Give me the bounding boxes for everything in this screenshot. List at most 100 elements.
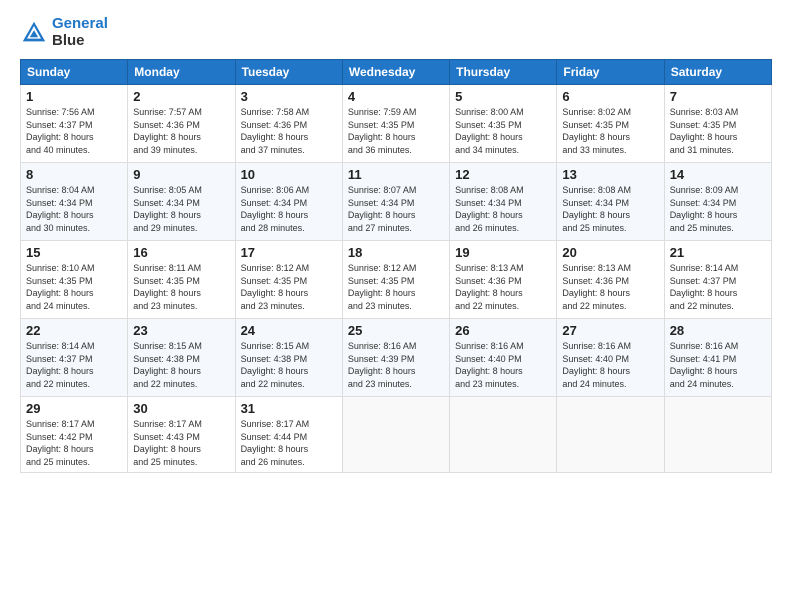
- day-info: Sunrise: 7:59 AMSunset: 4:35 PMDaylight:…: [348, 106, 444, 156]
- day-cell: 5Sunrise: 8:00 AMSunset: 4:35 PMDaylight…: [450, 85, 557, 163]
- weekday-header-wednesday: Wednesday: [342, 60, 449, 85]
- day-info: Sunrise: 8:15 AMSunset: 4:38 PMDaylight:…: [241, 340, 337, 390]
- day-number: 25: [348, 323, 444, 338]
- day-cell: 17 Sunrise: 8:12 AMSunset: 4:35 PMDayligh…: [235, 241, 342, 319]
- day-number: 22: [26, 323, 122, 338]
- day-info: Sunrise: 8:16 AMSunset: 4:39 PMDaylight:…: [348, 340, 444, 390]
- day-info: Sunrise: 8:16 AMSunset: 4:40 PMDaylight:…: [562, 340, 658, 390]
- day-number: 31: [241, 401, 337, 416]
- day-cell: 30 Sunrise: 8:17 AMSunset: 4:43 PMDayligh…: [128, 397, 235, 473]
- calendar-table: SundayMondayTuesdayWednesdayThursdayFrid…: [20, 59, 772, 473]
- day-number: 30: [133, 401, 229, 416]
- day-cell: 13 Sunrise: 8:08 AMSunset: 4:34 PMDayligh…: [557, 163, 664, 241]
- day-info: Sunrise: 8:11 AMSunset: 4:35 PMDaylight:…: [133, 262, 229, 312]
- day-cell: [664, 397, 771, 473]
- page: General Blue SundayMondayTuesdayWednesda…: [0, 0, 792, 612]
- week-row-1: 1 Sunrise: 7:56 AMSunset: 4:37 PMDaylight…: [21, 85, 772, 163]
- day-info: Sunrise: 8:17 AMSunset: 4:42 PMDaylight:…: [26, 418, 122, 468]
- day-info: Sunrise: 8:09 AMSunset: 4:34 PMDaylight:…: [670, 184, 766, 234]
- day-cell: 3 Sunrise: 7:58 AMSunset: 4:36 PMDaylight…: [235, 85, 342, 163]
- week-row-2: 8 Sunrise: 8:04 AMSunset: 4:34 PMDaylight…: [21, 163, 772, 241]
- day-info: Sunrise: 8:08 AMSunset: 4:34 PMDaylight:…: [455, 184, 551, 234]
- day-number: 20: [562, 245, 658, 260]
- day-cell: [557, 397, 664, 473]
- day-cell: 24 Sunrise: 8:15 AMSunset: 4:38 PMDayligh…: [235, 319, 342, 397]
- day-cell: 11 Sunrise: 8:07 AMSunset: 4:34 PMDayligh…: [342, 163, 449, 241]
- day-number: 12: [455, 167, 551, 182]
- day-info: Sunrise: 7:58 AMSunset: 4:36 PMDaylight:…: [241, 106, 337, 156]
- day-info: Sunrise: 8:05 AMSunset: 4:34 PMDaylight:…: [133, 184, 229, 234]
- day-info: Sunrise: 8:06 AMSunset: 4:34 PMDaylight:…: [241, 184, 337, 234]
- day-cell: 28Sunrise: 8:16 AMSunset: 4:41 PMDayligh…: [664, 319, 771, 397]
- day-cell: 14Sunrise: 8:09 AMSunset: 4:34 PMDayligh…: [664, 163, 771, 241]
- day-cell: 19Sunrise: 8:13 AMSunset: 4:36 PMDayligh…: [450, 241, 557, 319]
- day-number: 26: [455, 323, 551, 338]
- day-cell: [450, 397, 557, 473]
- day-cell: 29 Sunrise: 8:17 AMSunset: 4:42 PMDayligh…: [21, 397, 128, 473]
- day-number: 27: [562, 323, 658, 338]
- day-number: 21: [670, 245, 766, 260]
- day-number: 11: [348, 167, 444, 182]
- weekday-header-monday: Monday: [128, 60, 235, 85]
- day-info: Sunrise: 8:16 AMSunset: 4:40 PMDaylight:…: [455, 340, 551, 390]
- day-cell: 31Sunrise: 8:17 AMSunset: 4:44 PMDayligh…: [235, 397, 342, 473]
- day-cell: 7 Sunrise: 8:03 AMSunset: 4:35 PMDaylight…: [664, 85, 771, 163]
- day-cell: 16Sunrise: 8:11 AMSunset: 4:35 PMDayligh…: [128, 241, 235, 319]
- day-info: Sunrise: 8:14 AMSunset: 4:37 PMDaylight:…: [26, 340, 122, 390]
- day-number: 19: [455, 245, 551, 260]
- day-info: Sunrise: 8:14 AMSunset: 4:37 PMDaylight:…: [670, 262, 766, 312]
- day-cell: 1 Sunrise: 7:56 AMSunset: 4:37 PMDaylight…: [21, 85, 128, 163]
- day-info: Sunrise: 8:16 AMSunset: 4:41 PMDaylight:…: [670, 340, 766, 390]
- header-row: SundayMondayTuesdayWednesdayThursdayFrid…: [21, 60, 772, 85]
- day-number: 15: [26, 245, 122, 260]
- weekday-header-sunday: Sunday: [21, 60, 128, 85]
- day-info: Sunrise: 8:04 AMSunset: 4:34 PMDaylight:…: [26, 184, 122, 234]
- day-number: 17: [241, 245, 337, 260]
- day-cell: 2 Sunrise: 7:57 AMSunset: 4:36 PMDaylight…: [128, 85, 235, 163]
- day-info: Sunrise: 8:13 AMSunset: 4:36 PMDaylight:…: [562, 262, 658, 312]
- day-number: 9: [133, 167, 229, 182]
- day-number: 24: [241, 323, 337, 338]
- day-info: Sunrise: 8:08 AMSunset: 4:34 PMDaylight:…: [562, 184, 658, 234]
- logo: General Blue: [20, 16, 108, 49]
- day-cell: 20 Sunrise: 8:13 AMSunset: 4:36 PMDayligh…: [557, 241, 664, 319]
- day-info: Sunrise: 8:17 AMSunset: 4:43 PMDaylight:…: [133, 418, 229, 468]
- day-cell: 22 Sunrise: 8:14 AMSunset: 4:37 PMDayligh…: [21, 319, 128, 397]
- day-cell: 9 Sunrise: 8:05 AMSunset: 4:34 PMDaylight…: [128, 163, 235, 241]
- day-cell: 26 Sunrise: 8:16 AMSunset: 4:40 PMDayligh…: [450, 319, 557, 397]
- day-number: 8: [26, 167, 122, 182]
- day-cell: 10Sunrise: 8:06 AMSunset: 4:34 PMDayligh…: [235, 163, 342, 241]
- day-number: 3: [241, 89, 337, 104]
- day-cell: 8 Sunrise: 8:04 AMSunset: 4:34 PMDaylight…: [21, 163, 128, 241]
- week-row-3: 15 Sunrise: 8:10 AMSunset: 4:35 PMDayligh…: [21, 241, 772, 319]
- day-info: Sunrise: 8:15 AMSunset: 4:38 PMDaylight:…: [133, 340, 229, 390]
- day-number: 29: [26, 401, 122, 416]
- day-cell: 15 Sunrise: 8:10 AMSunset: 4:35 PMDayligh…: [21, 241, 128, 319]
- day-cell: 23Sunrise: 8:15 AMSunset: 4:38 PMDayligh…: [128, 319, 235, 397]
- day-cell: 4 Sunrise: 7:59 AMSunset: 4:35 PMDaylight…: [342, 85, 449, 163]
- weekday-header-saturday: Saturday: [664, 60, 771, 85]
- day-info: Sunrise: 7:57 AMSunset: 4:36 PMDaylight:…: [133, 106, 229, 156]
- day-info: Sunrise: 8:03 AMSunset: 4:35 PMDaylight:…: [670, 106, 766, 156]
- weekday-header-friday: Friday: [557, 60, 664, 85]
- day-info: Sunrise: 8:12 AMSunset: 4:35 PMDaylight:…: [348, 262, 444, 312]
- day-info: Sunrise: 8:00 AMSunset: 4:35 PMDaylight:…: [455, 106, 551, 156]
- day-info: Sunrise: 8:10 AMSunset: 4:35 PMDaylight:…: [26, 262, 122, 312]
- day-number: 6: [562, 89, 658, 104]
- header: General Blue: [20, 16, 772, 49]
- week-row-4: 22 Sunrise: 8:14 AMSunset: 4:37 PMDayligh…: [21, 319, 772, 397]
- day-number: 1: [26, 89, 122, 104]
- day-cell: 12 Sunrise: 8:08 AMSunset: 4:34 PMDayligh…: [450, 163, 557, 241]
- day-info: Sunrise: 8:02 AMSunset: 4:35 PMDaylight:…: [562, 106, 658, 156]
- day-cell: 18Sunrise: 8:12 AMSunset: 4:35 PMDayligh…: [342, 241, 449, 319]
- day-number: 2: [133, 89, 229, 104]
- day-number: 4: [348, 89, 444, 104]
- day-cell: 27 Sunrise: 8:16 AMSunset: 4:40 PMDayligh…: [557, 319, 664, 397]
- day-cell: 6 Sunrise: 8:02 AMSunset: 4:35 PMDaylight…: [557, 85, 664, 163]
- logo-text: General Blue: [52, 16, 108, 49]
- day-info: Sunrise: 8:07 AMSunset: 4:34 PMDaylight:…: [348, 184, 444, 234]
- day-info: Sunrise: 7:56 AMSunset: 4:37 PMDaylight:…: [26, 106, 122, 156]
- day-number: 13: [562, 167, 658, 182]
- day-number: 7: [670, 89, 766, 104]
- day-info: Sunrise: 8:12 AMSunset: 4:35 PMDaylight:…: [241, 262, 337, 312]
